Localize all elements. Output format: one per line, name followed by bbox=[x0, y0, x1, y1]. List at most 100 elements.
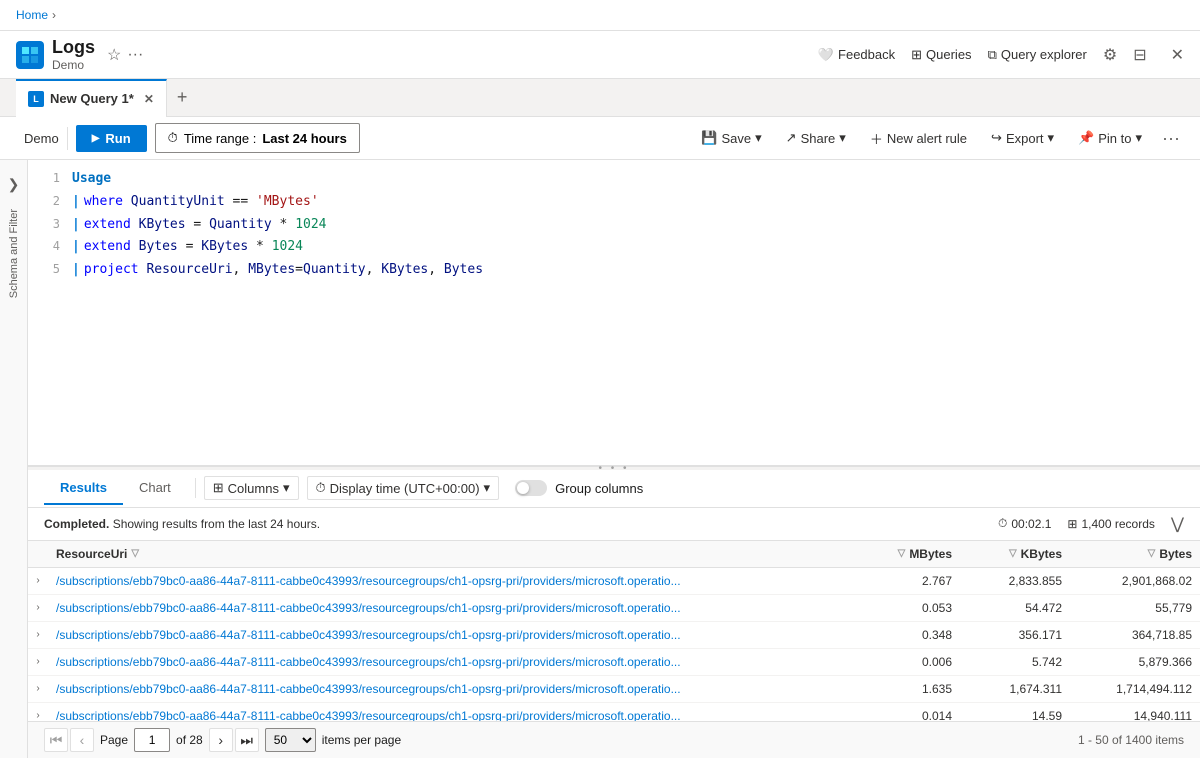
tab-results[interactable]: Results bbox=[44, 472, 123, 505]
record-count: ⊞ 1,400 records bbox=[1067, 517, 1154, 531]
run-button[interactable]: ▶ Run bbox=[76, 125, 147, 152]
expand-results-icon[interactable]: ⋁ bbox=[1171, 514, 1184, 534]
bytes-cell-2: 364,718.85 bbox=[1070, 621, 1200, 648]
workspace-name: Demo bbox=[52, 58, 95, 72]
editor-line-1: 1 Usage bbox=[28, 168, 1200, 191]
tab-label: New Query 1* bbox=[50, 91, 134, 106]
table-row: › /subscriptions/ebb79bc0-aa86-44a7-8111… bbox=[28, 648, 1200, 675]
share-button[interactable]: ↗ Share ▾ bbox=[778, 126, 854, 150]
kbytes-cell-0: 2,833.855 bbox=[960, 567, 1070, 594]
schema-filter-panel[interactable]: ❯ Schema and Filter bbox=[0, 160, 28, 758]
kbytes-cell-3: 5.742 bbox=[960, 648, 1070, 675]
bytes-cell-0: 2,901,868.02 bbox=[1070, 567, 1200, 594]
tab-chart[interactable]: Chart bbox=[123, 472, 187, 505]
toggle-knob bbox=[517, 482, 529, 494]
header-icons-group: ☆ ··· bbox=[107, 45, 143, 65]
mbytes-filter-icon[interactable]: ▽ bbox=[898, 548, 906, 559]
close-icon[interactable]: ✕ bbox=[1171, 45, 1184, 65]
mbytes-cell-3: 0.006 bbox=[870, 648, 960, 675]
results-area: Results Chart ⊞ Columns ▾ ⏱ Display time… bbox=[28, 470, 1200, 759]
feedback-button[interactable]: 🤍 Feedback bbox=[818, 47, 895, 63]
breadcrumb-home[interactable]: Home bbox=[16, 8, 48, 22]
filter-icon[interactable]: ▽ bbox=[131, 548, 139, 559]
time-range-prefix: Time range : bbox=[184, 131, 257, 146]
editor-line-4: 4 | extend Bytes = KBytes * 1024 bbox=[28, 236, 1200, 259]
schema-filter-label: Schema and Filter bbox=[8, 209, 20, 298]
page-navigation: ⏮ ‹ bbox=[44, 728, 94, 752]
table-row: › /subscriptions/ebb79bc0-aa86-44a7-8111… bbox=[28, 675, 1200, 702]
results-meta: ⏱ 00:02.1 ⊞ 1,400 records ⋁ bbox=[998, 514, 1184, 534]
group-columns-toggle-area: Group columns bbox=[515, 480, 643, 496]
items-per-page-select[interactable]: 50 100 200 bbox=[265, 728, 316, 752]
heart-icon: 🤍 bbox=[818, 47, 834, 63]
table-row: › /subscriptions/ebb79bc0-aa86-44a7-8111… bbox=[28, 702, 1200, 721]
more-options-icon[interactable]: ··· bbox=[127, 46, 143, 64]
workspace-label: Demo bbox=[16, 127, 68, 150]
breadcrumb-separator: › bbox=[52, 8, 56, 22]
kbytes-cell-1: 54.472 bbox=[960, 594, 1070, 621]
queries-icon: ⊞ bbox=[911, 47, 922, 63]
query-editor[interactable]: 1 Usage 2 | where QuantityUnit == 'MByte… bbox=[28, 160, 1200, 466]
collapse-arrow-icon[interactable]: ❯ bbox=[8, 176, 20, 193]
row-expand-3[interactable]: › bbox=[28, 648, 48, 675]
first-page-button[interactable]: ⏮ bbox=[44, 728, 68, 752]
row-expand-4[interactable]: › bbox=[28, 675, 48, 702]
prev-page-button[interactable]: ‹ bbox=[70, 728, 94, 752]
settings-icon[interactable]: ⚙ bbox=[1103, 45, 1117, 65]
header-title-group: Logs Demo bbox=[52, 37, 95, 72]
row-expand-0[interactable]: › bbox=[28, 567, 48, 594]
query-explorer-button[interactable]: ⧉ Query explorer bbox=[988, 47, 1087, 63]
kbytes-filter-icon[interactable]: ▽ bbox=[1009, 548, 1017, 559]
time-chevron-icon: ▾ bbox=[484, 480, 491, 496]
mbytes-cell-1: 0.053 bbox=[870, 594, 960, 621]
columns-icon: ⊞ bbox=[213, 480, 224, 496]
tab-close-icon[interactable]: ✕ bbox=[144, 92, 154, 106]
bytes-header: ▽ Bytes bbox=[1070, 541, 1200, 568]
pin-to-button[interactable]: 📌 Pin to ▾ bbox=[1070, 126, 1150, 150]
next-prev-nav: › ⏭ bbox=[209, 728, 259, 752]
tab-icon: L bbox=[28, 91, 44, 107]
export-button[interactable]: ↪ Export ▾ bbox=[983, 126, 1062, 150]
resource-uri-cell-3: /subscriptions/ebb79bc0-aa86-44a7-8111-c… bbox=[48, 648, 870, 675]
add-tab-button[interactable]: + bbox=[167, 87, 198, 108]
resource-uri-header: ResourceUri ▽ bbox=[48, 541, 870, 568]
tab-new-query-1[interactable]: L New Query 1* ✕ bbox=[16, 79, 167, 117]
pin-icon: 📌 bbox=[1078, 130, 1094, 146]
next-page-button[interactable]: › bbox=[209, 728, 233, 752]
row-expand-5[interactable]: › bbox=[28, 702, 48, 721]
save-icon: 💾 bbox=[701, 130, 717, 146]
group-columns-label: Group columns bbox=[555, 481, 643, 496]
group-columns-toggle[interactable] bbox=[515, 480, 547, 496]
expand-col-header bbox=[28, 541, 48, 568]
table-row: › /subscriptions/ebb79bc0-aa86-44a7-8111… bbox=[28, 621, 1200, 648]
save-button[interactable]: 💾 Save ▾ bbox=[693, 126, 769, 150]
last-page-button[interactable]: ⏭ bbox=[235, 728, 259, 752]
layout-icon[interactable]: ⊟ bbox=[1133, 45, 1146, 65]
mbytes-cell-2: 0.348 bbox=[870, 621, 960, 648]
columns-button[interactable]: ⊞ Columns ▾ bbox=[204, 476, 299, 500]
results-tabs-bar: Results Chart ⊞ Columns ▾ ⏱ Display time… bbox=[28, 470, 1200, 508]
bytes-filter-icon[interactable]: ▽ bbox=[1148, 548, 1156, 559]
explorer-icon: ⧉ bbox=[988, 47, 997, 63]
alert-icon: ＋ bbox=[870, 129, 883, 148]
resource-uri-cell-5: /subscriptions/ebb79bc0-aa86-44a7-8111-c… bbox=[48, 702, 870, 721]
items-per-page-label: items per page bbox=[322, 733, 401, 747]
row-expand-1[interactable]: › bbox=[28, 594, 48, 621]
share-icon: ↗ bbox=[786, 130, 797, 146]
tab-bar: L New Query 1* ✕ + bbox=[0, 79, 1200, 117]
resource-uri-cell-2: /subscriptions/ebb79bc0-aa86-44a7-8111-c… bbox=[48, 621, 870, 648]
kbytes-cell-4: 1,674.311 bbox=[960, 675, 1070, 702]
mbytes-header: ▽ MBytes bbox=[870, 541, 960, 568]
favorite-icon[interactable]: ☆ bbox=[107, 45, 121, 65]
queries-button[interactable]: ⊞ Queries bbox=[911, 47, 971, 63]
row-expand-2[interactable]: › bbox=[28, 621, 48, 648]
editor-line-3: 3 | extend KBytes = Quantity * 1024 bbox=[28, 214, 1200, 237]
page-input[interactable] bbox=[134, 728, 170, 752]
toolbar-more-icon[interactable]: ··· bbox=[1158, 124, 1184, 153]
display-time-button[interactable]: ⏱ Display time (UTC+00:00) ▾ bbox=[307, 476, 500, 500]
new-alert-button[interactable]: ＋ New alert rule bbox=[862, 125, 975, 152]
time-range-button[interactable]: ⏱ Time range : Last 24 hours bbox=[155, 123, 360, 153]
mbytes-cell-4: 1.635 bbox=[870, 675, 960, 702]
header-actions: 🤍 Feedback ⊞ Queries ⧉ Query explorer ⚙ … bbox=[818, 45, 1184, 65]
toolbar: Demo ▶ Run ⏱ Time range : Last 24 hours … bbox=[0, 117, 1200, 160]
